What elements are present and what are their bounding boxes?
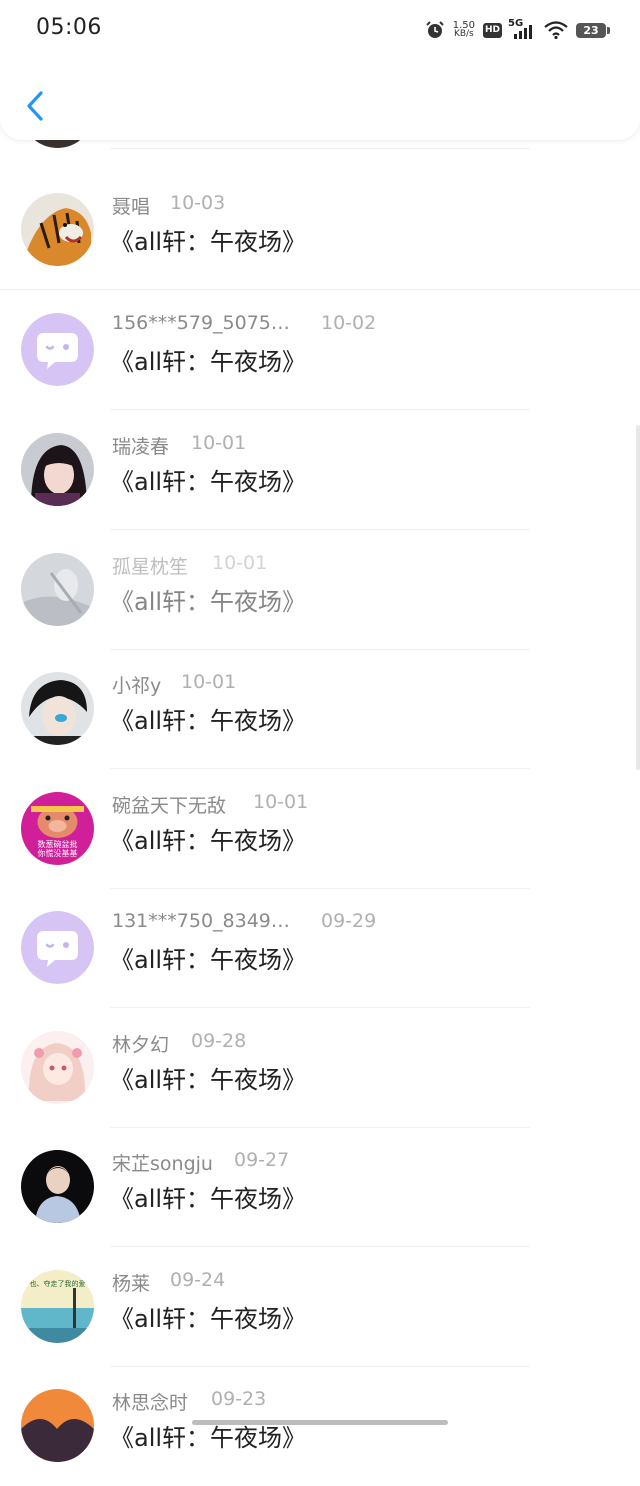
post-date: 09-29: [321, 910, 377, 932]
work-title[interactable]: 《all轩：午夜场》: [110, 342, 306, 377]
avatar-caption: 也、夺走了我的爱: [30, 1279, 86, 1288]
post-date: 10-02: [321, 312, 377, 334]
cartoon-pig-avatar[interactable]: 数葱碗盆批 你慌没基基: [21, 792, 94, 865]
user-name[interactable]: 宋芷songju: [112, 1149, 213, 1176]
post-date: 09-27: [234, 1149, 290, 1171]
top-bar: 05:06 1.50 KB/s HD 5G 23: [0, 0, 640, 140]
work-title[interactable]: 《all轩：午夜场》: [110, 1179, 306, 1214]
list-item[interactable]: 宋芷songju 09-27 《all轩：午夜场》: [0, 1128, 640, 1247]
user-name[interactable]: 156***579_5075…: [112, 312, 290, 334]
boy-photo-avatar[interactable]: [21, 672, 94, 745]
list-item[interactable]: 孤星枕笙 10-01 《all轩：午夜场》: [0, 531, 640, 650]
battery-icon: 23: [576, 22, 610, 38]
tiger-avatar[interactable]: [21, 193, 94, 266]
home-indicator[interactable]: [192, 1420, 448, 1425]
post-date: 09-28: [191, 1030, 247, 1052]
signal-icon: 5G: [508, 18, 536, 40]
list-item[interactable]: 瑞凌春 10-01 《all轩：午夜场》: [0, 411, 640, 530]
anime-girl-avatar[interactable]: [21, 1031, 94, 1104]
list-item[interactable]: 也、夺走了我的爱 杨莱 09-24 《all轩：午夜场》: [0, 1248, 640, 1367]
list-item[interactable]: 156***579_5075… 10-02 《all轩：午夜场》: [0, 291, 640, 410]
work-title[interactable]: 《all轩：午夜场》: [110, 701, 306, 736]
wifi-icon: [544, 21, 568, 39]
chevron-left-icon: [27, 91, 43, 121]
post-date: 10-01: [181, 671, 237, 693]
work-title[interactable]: 《all轩：午夜场》: [110, 1060, 306, 1095]
list-item[interactable]: 数葱碗盆批 你慌没基基 碗盆天下无敌 10-01 《all轩：午夜场》: [0, 770, 640, 889]
status-icons: 1.50 KB/s HD 5G 23: [425, 17, 610, 43]
list-item[interactable]: 聂唱 10-03 《all轩：午夜场》: [0, 171, 640, 290]
post-date: 10-01: [253, 791, 309, 813]
girl-photo-avatar[interactable]: [21, 433, 94, 506]
work-title[interactable]: 《all轩：午夜场》: [110, 940, 306, 975]
user-name[interactable]: 孤星枕笙: [112, 552, 188, 579]
user-name[interactable]: 小祁y: [112, 671, 161, 698]
list-item[interactable]: 林夕幻 09-28 《all轩：午夜场》: [0, 1009, 640, 1128]
user-name[interactable]: 聂唱: [112, 192, 150, 219]
user-name[interactable]: 碗盆天下无敌: [112, 791, 226, 818]
seaside-avatar[interactable]: 也、夺走了我的爱: [21, 1270, 94, 1343]
post-date: 09-24: [170, 1269, 226, 1291]
work-title[interactable]: 《all轩：午夜场》: [110, 462, 306, 497]
man-photo-avatar[interactable]: [21, 1150, 94, 1223]
work-title[interactable]: 《all轩：午夜场》: [110, 821, 306, 856]
back-button[interactable]: [18, 86, 52, 126]
user-name[interactable]: 林夕幻: [112, 1030, 169, 1057]
list-item[interactable]: 小祁y 10-01 《all轩：午夜场》: [0, 650, 640, 769]
list-item[interactable]: 131***750_8349… 09-29 《all轩：午夜场》: [0, 889, 640, 1008]
user-name[interactable]: 林思念时: [112, 1388, 188, 1415]
alarm-icon: [425, 20, 445, 40]
clock: 05:06: [36, 15, 102, 40]
user-name[interactable]: 杨莱: [112, 1269, 150, 1296]
work-title[interactable]: 《all轩：午夜场》: [110, 1299, 306, 1334]
hd-icon: HD: [482, 22, 502, 38]
post-date: 10-01: [191, 432, 247, 454]
post-date: 10-03: [170, 192, 226, 214]
network-speed: 1.50 KB/s: [452, 20, 475, 39]
default-chat-avatar[interactable]: [21, 313, 94, 386]
scrollbar[interactable]: [636, 425, 640, 770]
work-title[interactable]: 《all轩：午夜场》: [110, 582, 306, 617]
default-chat-avatar[interactable]: [21, 911, 94, 984]
user-name[interactable]: 瑞凌春: [112, 432, 169, 459]
post-date: 09-23: [211, 1388, 267, 1410]
post-date: 10-01: [212, 552, 268, 574]
blurry-photo-avatar[interactable]: [21, 553, 94, 626]
user-name[interactable]: 131***750_8349…: [112, 910, 290, 932]
work-title[interactable]: 《all轩：午夜场》: [110, 222, 306, 257]
avatar-caption-1: 数葱碗盆批: [38, 839, 78, 849]
status-bar: 05:06 1.50 KB/s HD 5G 23: [0, 0, 640, 60]
sunset-avatar[interactable]: [21, 1389, 94, 1462]
avatar-caption-2: 你慌没基基: [38, 848, 78, 858]
